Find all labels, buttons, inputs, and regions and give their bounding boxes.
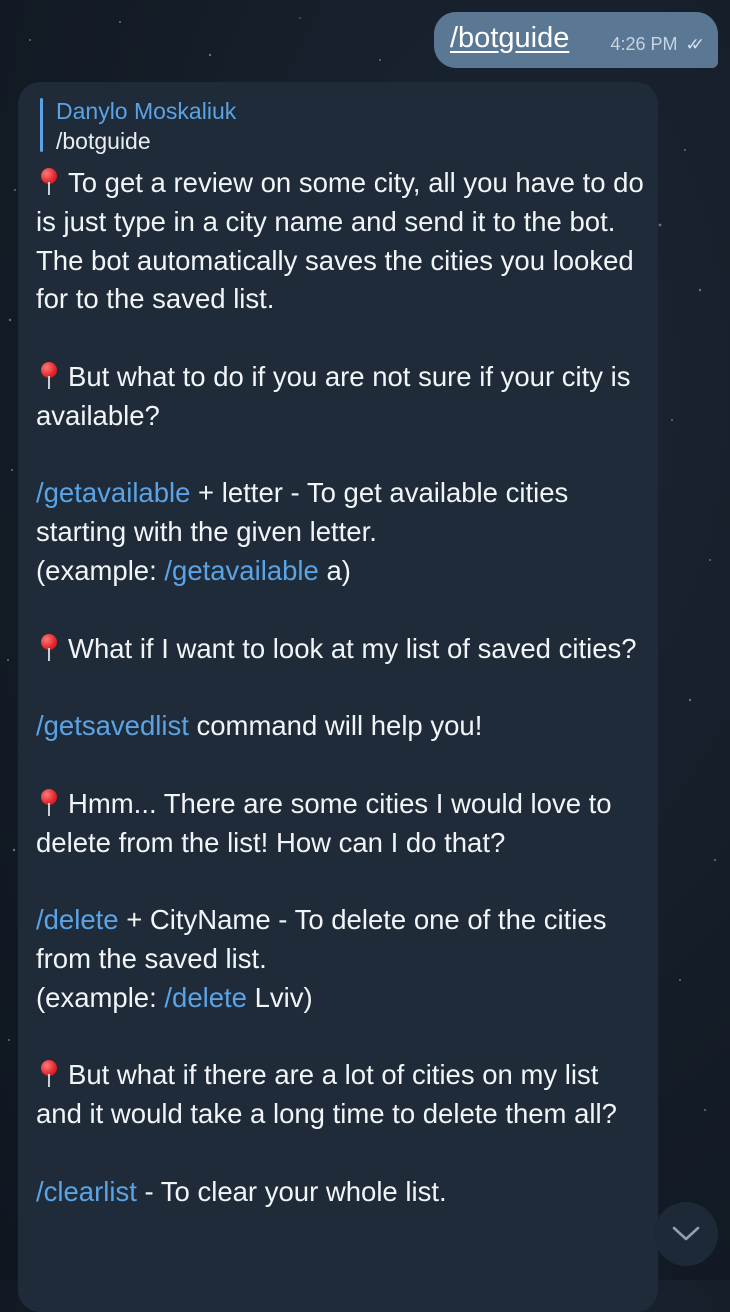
- message-meta: 4:26 PM ✓✓: [610, 34, 705, 55]
- paragraph-1: To get a review on some city, all you ha…: [36, 166, 644, 315]
- paragraph-3: /getavailable + letter - To get availabl…: [36, 477, 569, 586]
- reply-author: Danylo Moskaliuk: [56, 98, 237, 124]
- delete-example-link[interactable]: /delete: [164, 982, 247, 1013]
- paragraph-6: Hmm... There are some cities I would lov…: [36, 787, 612, 858]
- reply-preview[interactable]: Danylo Moskaliuk /botguide: [40, 96, 236, 156]
- delete-command-link[interactable]: /delete: [36, 904, 119, 935]
- round-pushpin-icon: [36, 166, 62, 196]
- outgoing-message[interactable]: /botguide 4:26 PM ✓✓: [434, 12, 718, 68]
- paragraph-4: What if I want to look at my list of sav…: [36, 630, 646, 669]
- double-check-icon: ✓✓: [685, 34, 705, 54]
- scroll-down-button[interactable]: [654, 1202, 718, 1266]
- chevron-down-icon: [672, 1226, 700, 1241]
- getavailable-command-link[interactable]: /getavailable: [36, 477, 190, 508]
- paragraph-2: But what to do if you are not sure if yo…: [36, 360, 631, 431]
- round-pushpin-icon: [36, 1058, 62, 1088]
- message-body: To get a review on some city, all you ha…: [36, 164, 646, 1212]
- botguide-command-link[interactable]: /botguide: [450, 22, 569, 55]
- paragraph-9: /clearlist - To clear your whole list.: [36, 1175, 447, 1207]
- round-pushpin-icon: [36, 360, 62, 390]
- incoming-message[interactable]: Danylo Moskaliuk /botguide To get a revi…: [18, 82, 658, 1312]
- reply-text: /botguide: [56, 128, 151, 154]
- getavailable-example-link[interactable]: /getavailable: [164, 555, 318, 586]
- paragraph-8: But what if there are a lot of cities on…: [36, 1058, 617, 1130]
- getsavedlist-command-link[interactable]: /getsavedlist: [36, 710, 189, 741]
- paragraph-5: /getsavedlist command will help you!: [36, 710, 483, 742]
- message-time: 4:26 PM: [610, 34, 678, 54]
- reply-bar: [40, 98, 43, 152]
- round-pushpin-icon: [36, 632, 62, 662]
- clearlist-command-link[interactable]: /clearlist: [36, 1176, 137, 1207]
- round-pushpin-icon: [36, 787, 62, 817]
- paragraph-7: /delete + CityName - To delete one of th…: [36, 904, 607, 1013]
